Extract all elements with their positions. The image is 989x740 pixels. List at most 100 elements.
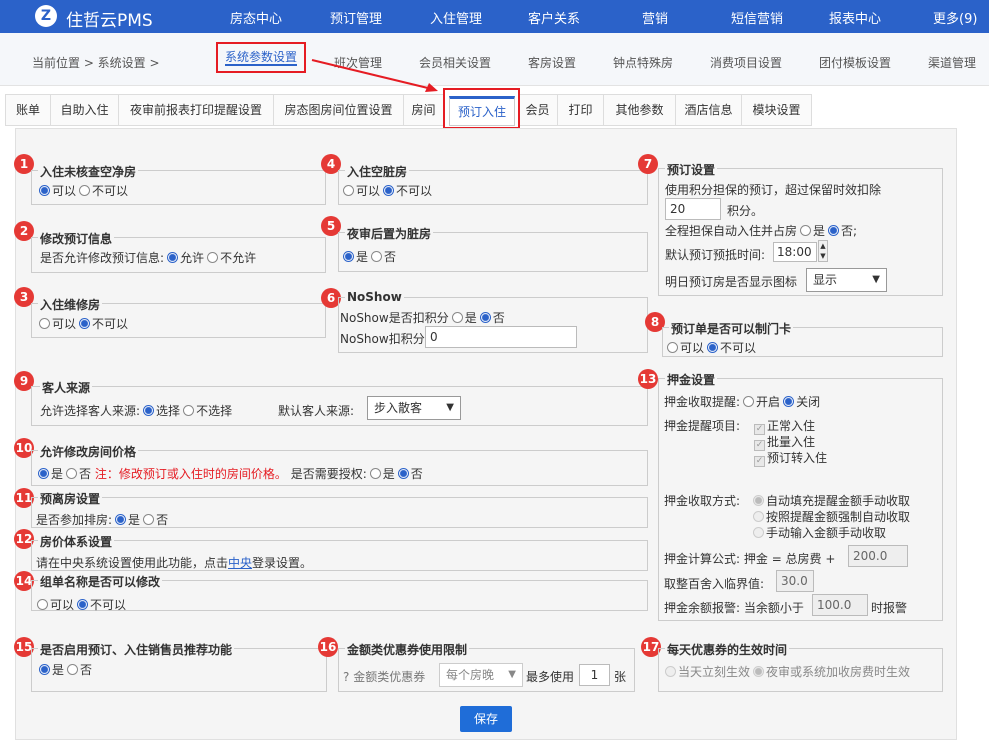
radio-allow[interactable] — [667, 342, 678, 353]
radio-group-night-audit-dirty: 是否 — [340, 248, 396, 265]
price-note: 注：修改预订或入住时的房间价格。 — [94, 467, 287, 481]
section-title: 房价体系设置 — [38, 533, 115, 550]
radio-night-audit[interactable] — [753, 666, 765, 677]
deposit-formula-input[interactable]: 200.0 — [848, 545, 908, 567]
tab-module-settings[interactable]: 模块设置 — [742, 94, 812, 126]
radio-deny[interactable] — [79, 185, 91, 196]
radio-deny[interactable] — [707, 342, 719, 353]
radio-allow[interactable] — [167, 252, 179, 263]
tab-room-map-position[interactable]: 房态图房间位置设置 — [274, 94, 404, 126]
radio-group-deposit-remind: 押金收取提醒: 开启 关闭 — [664, 395, 821, 409]
radio-yes[interactable] — [343, 251, 354, 262]
coupon-period-select[interactable]: 每个房晚 ▼ — [439, 663, 523, 687]
default-arrival-time-label: 默认预订预抵时间: — [665, 248, 766, 262]
max-use-label: 最多使用 — [526, 670, 575, 684]
show-icon-label: 明日预订房是否显示图标 — [665, 275, 798, 289]
radio-no[interactable] — [828, 225, 840, 236]
radio-deny[interactable] — [79, 318, 91, 329]
radio-group-door-card: 可以 不可以 — [664, 339, 756, 356]
radio-yes[interactable] — [39, 664, 50, 675]
section-title: 组单名称是否可以修改 — [38, 573, 163, 590]
radio-no-select[interactable] — [183, 405, 195, 416]
time-spinner[interactable]: ▲ ▼ — [818, 240, 828, 262]
tab-reservation-checkin[interactable]: 预订入住 — [449, 96, 515, 126]
radio-deny[interactable] — [77, 599, 89, 610]
round-threshold-label: 取整百舍入临界值: — [664, 577, 765, 591]
section-title: 夜审后置为脏房 — [345, 225, 434, 242]
radio-deny[interactable] — [383, 185, 395, 196]
tab-print[interactable]: 打印 — [558, 94, 604, 126]
default-arrival-time-input[interactable]: 18:00 — [773, 242, 817, 262]
central-login-link[interactable]: 中央 — [228, 556, 252, 570]
radio-auth-no[interactable] — [397, 468, 409, 479]
deposit-item-reservation[interactable]: ✓ 预订转入住 — [754, 449, 827, 467]
radio-no[interactable] — [143, 514, 155, 525]
deposit-method-auto-fill[interactable]: 自动填充提醒金额手动收取 — [750, 492, 910, 509]
section-title: 客人来源 — [40, 379, 93, 396]
deposit-warn-suffix: 时报警 — [871, 601, 908, 615]
section-title: 入住维修房 — [38, 296, 103, 313]
section-number-badge: 7 — [638, 154, 658, 174]
radio-group-modify-price: 是否 注：修改预订或入住时的房间价格。 是否需要授权: 是否 — [35, 465, 423, 482]
max-use-unit: 张 — [614, 670, 627, 684]
radio-allow[interactable] — [39, 318, 50, 329]
tab-self-checkin[interactable]: 自助入住 — [51, 94, 119, 126]
deposit-method-manual[interactable]: 手动输入金额手动收取 — [750, 524, 886, 541]
radio-allow[interactable] — [343, 185, 354, 196]
radio-allow[interactable] — [39, 185, 50, 196]
chevron-down-icon: ▼ — [446, 402, 454, 413]
section-title: 预订单是否可以制门卡 — [669, 320, 794, 337]
round-threshold-input[interactable]: 30.0 — [776, 570, 814, 592]
radio-yes[interactable] — [115, 514, 127, 525]
radio-method — [753, 495, 764, 506]
chevron-down-icon: ▼ — [872, 274, 880, 285]
tab-bill[interactable]: 账单 — [5, 94, 51, 126]
max-use-input[interactable]: 1 — [579, 664, 610, 686]
tab-hotel-info[interactable]: 酒店信息 — [676, 94, 742, 126]
tab-other-params[interactable]: 其他参数 — [604, 94, 676, 126]
save-button[interactable]: 保存 — [460, 706, 512, 732]
radio-immediate[interactable] — [665, 666, 676, 677]
radio-on[interactable] — [743, 396, 755, 407]
tab-room[interactable]: 房间 — [404, 94, 444, 126]
radio-auth-yes[interactable] — [369, 468, 381, 479]
radio-yes[interactable] — [451, 312, 463, 323]
tab-night-audit-print[interactable]: 夜审前报表打印提醒设置 — [119, 94, 274, 126]
section-title: 入住空脏房 — [345, 163, 410, 180]
section-title: 预订设置 — [665, 161, 718, 178]
radio-deny[interactable] — [207, 252, 219, 263]
section-title: NoShow — [345, 290, 404, 304]
rate-system-text: 请在中央系统设置使用此功能，点击中央登录设置。 — [36, 556, 313, 570]
radio-yes[interactable] — [800, 225, 812, 236]
radio-no[interactable] — [371, 251, 383, 262]
radio-method — [753, 511, 764, 522]
checkbox-icon: ✓ — [754, 456, 765, 467]
deposit-items-label: 押金提醒项目: — [664, 419, 741, 433]
deposit-method-label: 押金收取方式: — [664, 494, 741, 508]
noshow-points-input[interactable]: 0 — [425, 326, 577, 348]
radio-no[interactable] — [67, 664, 79, 675]
radio-select[interactable] — [143, 405, 155, 416]
points-expiry-text: 使用积分担保的预订，超过保留时效扣除 — [665, 183, 882, 197]
radio-no[interactable] — [66, 468, 78, 479]
deposit-warn-input[interactable]: 100.0 — [812, 594, 868, 616]
deposit-warn: 押金余额报警: 当余额小于 — [664, 601, 804, 615]
radio-no[interactable] — [479, 312, 491, 323]
points-deduct-input[interactable]: 20 — [665, 198, 721, 220]
deposit-method-force-auto[interactable]: 按照提醒金额强制自动收取 — [750, 508, 910, 525]
radio-group-sales-recommend: 是否 — [36, 661, 92, 678]
default-guest-source-select[interactable]: 步入散客 ▼ — [367, 396, 461, 420]
section-title: 是否启用预订、入住销售员推荐功能 — [38, 641, 235, 658]
radio-group-coupon-effective: 当天立刻生效 夜审或系统加收房费时生效 — [662, 663, 910, 680]
default-guest-source-label: 默认客人来源: — [278, 404, 355, 418]
radio-yes[interactable] — [38, 468, 49, 479]
section-title: 押金设置 — [665, 371, 718, 388]
deposit-formula: 押金计算公式: 押金 = 总房费 + — [664, 552, 836, 566]
tab-member[interactable]: 会员 — [518, 94, 558, 126]
radio-off[interactable] — [783, 396, 795, 407]
show-icon-select[interactable]: 显示 ▼ — [806, 268, 887, 292]
section-title: 允许修改房间价格 — [38, 443, 139, 460]
radio-allow[interactable] — [37, 599, 48, 610]
section-title: 每天优惠券的生效时间 — [665, 641, 790, 658]
coupon-label: ? 金额类优惠券 — [343, 670, 426, 684]
